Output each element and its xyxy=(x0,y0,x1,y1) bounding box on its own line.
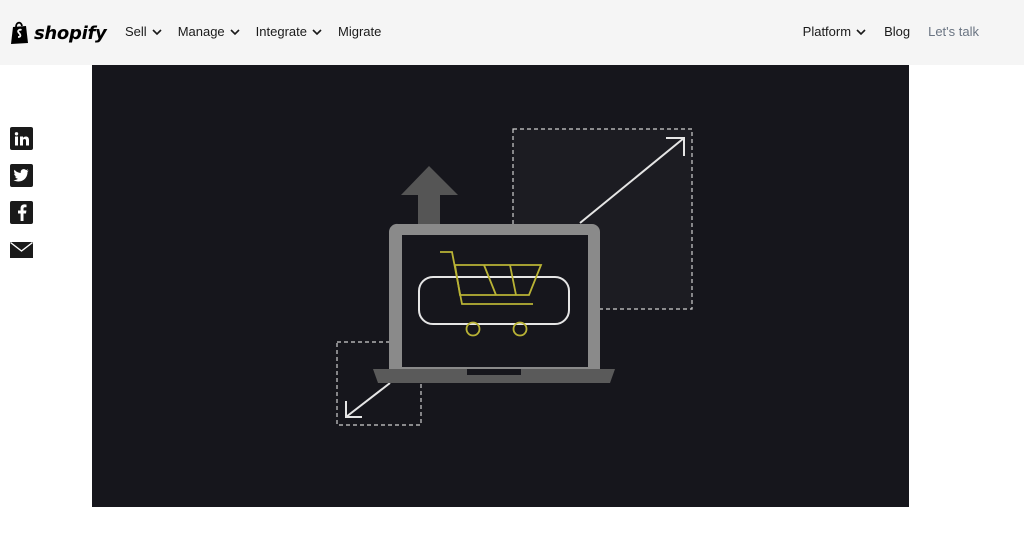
nav-platform-label: Platform xyxy=(802,24,852,39)
nav-platform[interactable]: Platform xyxy=(803,22,866,42)
nav-manage[interactable]: Manage xyxy=(178,22,240,42)
nav-integrate[interactable]: Integrate xyxy=(256,22,322,42)
facebook-icon xyxy=(17,204,26,221)
nav-lets-talk-label: Let's talk xyxy=(928,24,979,39)
top-navigation-bar: shopify Sell Manage Integrate Migrate Pl… xyxy=(0,0,1024,65)
twitter-icon xyxy=(10,164,33,187)
nav-manage-label: Manage xyxy=(177,24,225,39)
chevron-down-icon xyxy=(856,28,866,35)
nav-right: Platform Blog Let's talk xyxy=(803,22,979,42)
share-twitter-button[interactable] xyxy=(10,164,33,187)
chevron-down-icon xyxy=(230,28,240,35)
nav-blog-label: Blog xyxy=(884,24,911,39)
linkedin-icon xyxy=(14,131,29,145)
hero-illustration xyxy=(336,128,693,426)
logo-text: shopify xyxy=(34,22,107,44)
share-facebook-button[interactable] xyxy=(10,201,33,224)
shopify-logo[interactable]: shopify xyxy=(10,19,107,47)
chevron-down-icon xyxy=(152,28,162,35)
nav-sell-label: Sell xyxy=(125,24,147,39)
share-linkedin-button[interactable] xyxy=(10,127,33,150)
shopify-bag-icon xyxy=(11,21,28,44)
nav-sell[interactable]: Sell xyxy=(125,22,162,42)
chevron-down-icon xyxy=(312,28,322,35)
email-icon xyxy=(10,241,33,258)
nav-lets-talk[interactable]: Let's talk xyxy=(928,22,979,42)
arrow-down-left-icon xyxy=(345,382,391,418)
nav-migrate[interactable]: Migrate xyxy=(338,22,381,42)
nav-migrate-label: Migrate xyxy=(338,24,382,39)
nav-left: Sell Manage Integrate Migrate xyxy=(125,22,381,42)
share-email-button[interactable] xyxy=(10,238,33,261)
nav-blog[interactable]: Blog xyxy=(884,22,910,42)
nav-integrate-label: Integrate xyxy=(255,24,307,39)
hero-image xyxy=(92,65,909,507)
social-share-bar xyxy=(10,127,33,261)
